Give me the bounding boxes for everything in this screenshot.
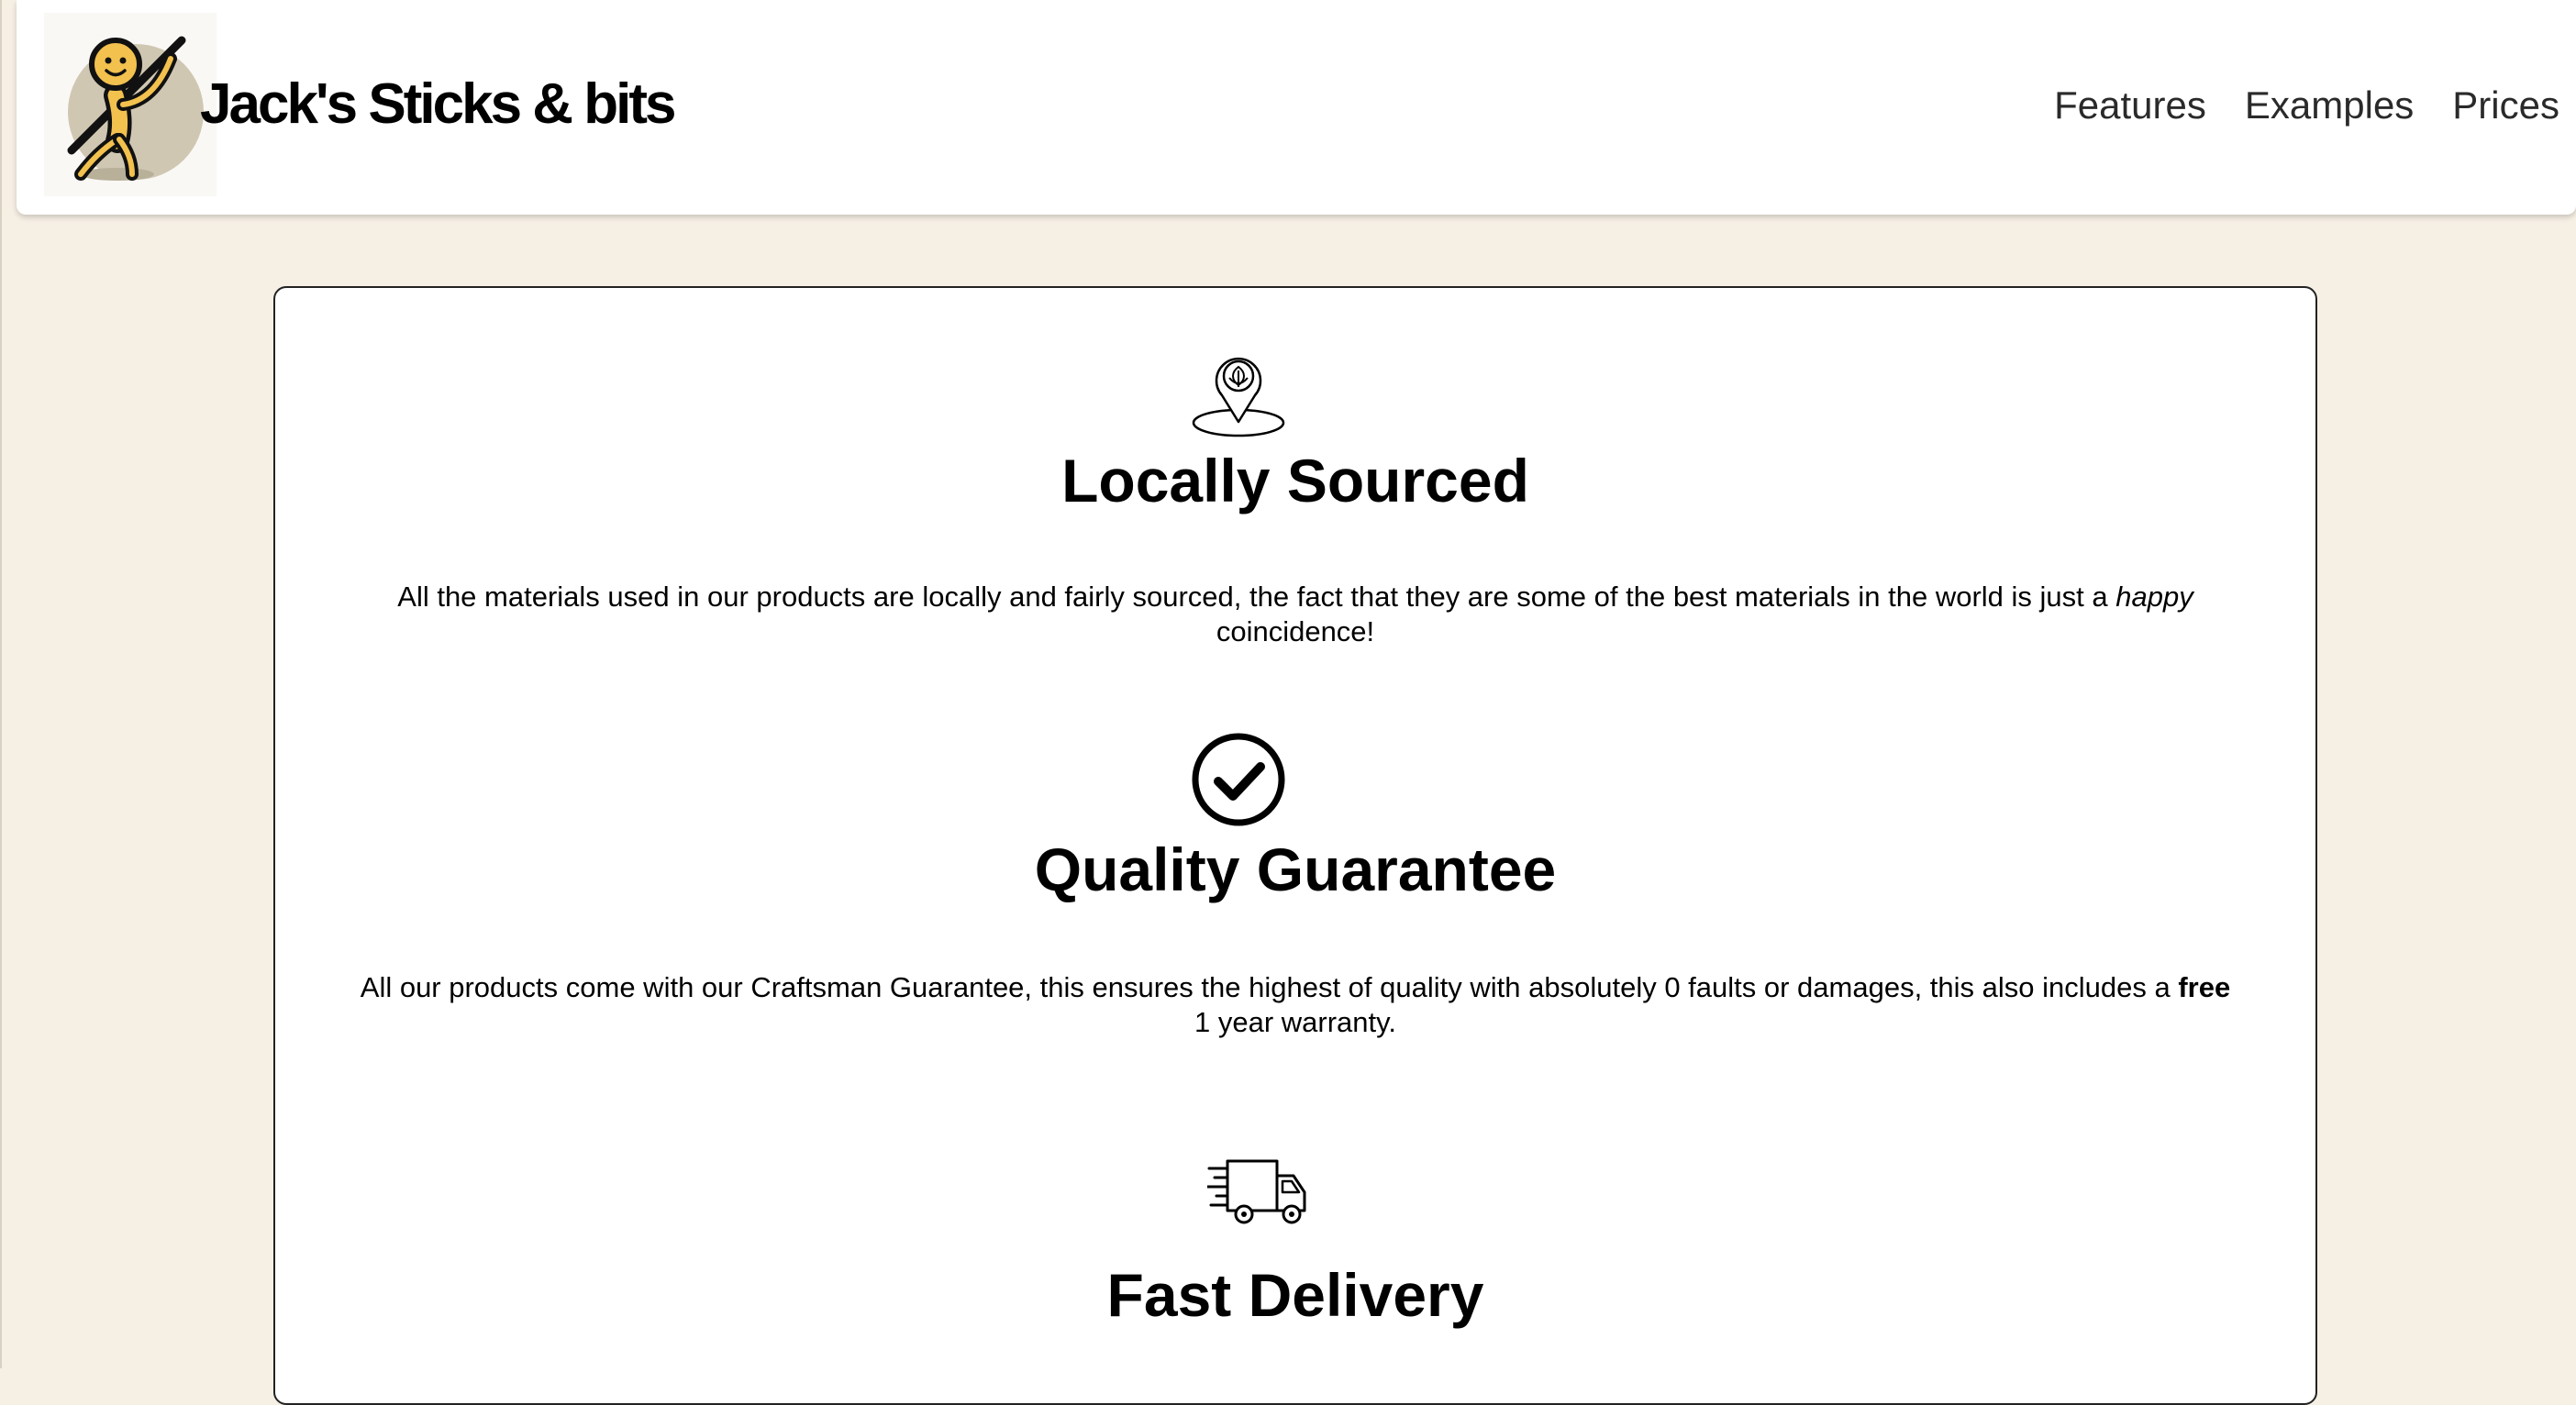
feature-title: Locally Sourced bbox=[1061, 447, 1529, 514]
top-navbar: Jack's Sticks & bits Features Examples P… bbox=[17, 0, 2576, 215]
nav-link-features[interactable]: Features bbox=[2054, 79, 2206, 132]
feature-title: Fast Delivery bbox=[1106, 1261, 1484, 1329]
feature-description: All our products come with our Craftsman… bbox=[360, 970, 2231, 1040]
feature-text-part: All the materials used in our products a… bbox=[397, 581, 2108, 613]
feature-text-part: coincidence! bbox=[1216, 615, 1375, 647]
nav-link-examples[interactable]: Examples bbox=[2245, 79, 2414, 132]
feature-text-part: All our products come with our Craftsman… bbox=[360, 971, 2171, 1003]
page-left-edge bbox=[0, 0, 2, 1368]
stick-figure-mascot-icon bbox=[67, 36, 204, 181]
feature-text-emphasis: happy bbox=[2115, 581, 2193, 613]
nav-link-prices[interactable]: Prices bbox=[2452, 79, 2559, 132]
logo[interactable] bbox=[44, 13, 217, 196]
fast-delivery-truck-icon bbox=[1207, 1159, 1306, 1224]
features-card: Locally Sourced All the materials used i… bbox=[273, 286, 2317, 1405]
feature-description: All the materials used in our products a… bbox=[360, 580, 2231, 649]
feature-text-part: 1 year warranty. bbox=[1194, 1006, 1396, 1038]
brand-name[interactable]: Jack's Sticks & bits bbox=[200, 68, 676, 141]
check-circle-icon bbox=[1192, 733, 1285, 826]
feature-title: Quality Guarantee bbox=[1034, 835, 1557, 903]
main-nav: Features Examples Prices bbox=[2054, 79, 2559, 132]
location-leaf-pin-icon bbox=[1192, 357, 1285, 437]
feature-text-emphasis: free bbox=[2178, 971, 2231, 1003]
